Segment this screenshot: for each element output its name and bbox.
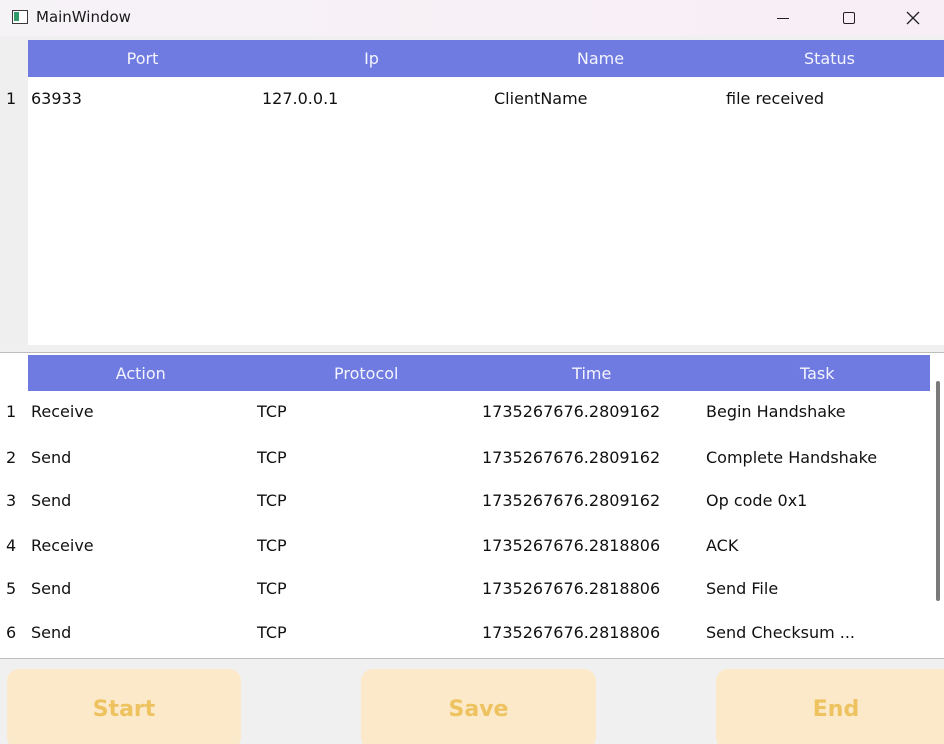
clients-table[interactable]: Port Ip Name Status 1 63933 127.0.0.1 Cl… [0,40,944,345]
cell-time[interactable]: 1735267676.2809162 [482,491,660,510]
cell-action[interactable]: Send [31,623,71,642]
row-number: 1 [6,89,17,108]
cell-time[interactable]: 1735267676.2818806 [482,623,660,642]
minimize-icon [777,17,789,19]
title-bar[interactable]: MainWindow [0,0,944,36]
maximize-icon [843,12,855,24]
cell-protocol[interactable]: TCP [257,491,287,510]
minimize-button[interactable] [760,0,806,36]
scrollbar-thumb[interactable] [936,381,940,601]
table-row[interactable]: 1 63933 127.0.0.1 ClientName file receiv… [0,77,930,121]
table-row[interactable]: 4 Receive TCP 1735267676.2818806 ACK [0,524,930,568]
save-button[interactable]: Save [361,669,596,744]
cell-task[interactable]: Send File [706,579,778,598]
row-number: 4 [6,536,17,555]
table-row[interactable]: 1 Receive TCP 1735267676.2809162 Begin H… [0,390,930,434]
close-button[interactable] [890,0,936,36]
cell-protocol[interactable]: TCP [257,623,287,642]
cell-protocol[interactable]: TCP [257,536,287,555]
column-header-protocol[interactable]: Protocol [254,355,480,391]
column-header-time[interactable]: Time [479,355,705,391]
cell-port[interactable]: 63933 [31,89,82,108]
maximize-button[interactable] [826,0,872,36]
cell-action[interactable]: Send [31,448,71,467]
row-number: 1 [6,402,17,421]
cell-protocol[interactable]: TCP [257,579,287,598]
clients-table-header: Port Ip Name Status [28,40,944,77]
cell-time[interactable]: 1735267676.2818806 [482,579,660,598]
row-number: 3 [6,491,17,510]
column-header-status[interactable]: Status [715,40,944,77]
column-header-port[interactable]: Port [28,40,257,77]
table-row[interactable]: 6 Send TCP 1735267676.2818806 Send Check… [0,611,930,655]
cell-task[interactable]: Send Checksum ... [706,623,855,642]
window-title: MainWindow [36,8,131,26]
cell-action[interactable]: Receive [31,402,94,421]
cell-time[interactable]: 1735267676.2809162 [482,402,660,421]
start-button[interactable]: Start [7,669,241,744]
table-row[interactable]: 2 Send TCP 1735267676.2809162 Complete H… [0,436,930,480]
cell-name[interactable]: ClientName [494,89,588,108]
cell-protocol[interactable]: TCP [257,402,287,421]
row-number: 2 [6,448,17,467]
main-window: MainWindow Port Ip Name Status 1 63933 1… [0,0,944,744]
column-header-name[interactable]: Name [486,40,715,77]
cell-task[interactable]: Op code 0x1 [706,491,807,510]
row-number: 6 [6,623,17,642]
table-row[interactable]: 3 Send TCP 1735267676.2809162 Op code 0x… [0,479,930,523]
cell-time[interactable]: 1735267676.2818806 [482,536,660,555]
cell-status[interactable]: file received [726,89,824,108]
table-row[interactable]: 5 Send TCP 1735267676.2818806 Send File [0,567,930,611]
column-header-action[interactable]: Action [28,355,254,391]
end-button[interactable]: End [716,669,944,744]
cell-action[interactable]: Send [31,579,71,598]
cell-action[interactable]: Send [31,491,71,510]
cell-protocol[interactable]: TCP [257,448,287,467]
cell-task[interactable]: Complete Handshake [706,448,877,467]
column-header-ip[interactable]: Ip [257,40,486,77]
row-number: 5 [6,579,17,598]
cell-task[interactable]: Begin Handshake [706,402,846,421]
cell-action[interactable]: Receive [31,536,94,555]
cell-time[interactable]: 1735267676.2809162 [482,448,660,467]
app-window-icon [12,10,28,24]
log-table[interactable]: Action Protocol Time Task 1 Receive TCP … [0,352,944,659]
close-icon [906,11,920,25]
vertical-scrollbar[interactable] [934,381,944,651]
log-table-header: Action Protocol Time Task [28,355,930,391]
column-header-task[interactable]: Task [705,355,931,391]
cell-ip[interactable]: 127.0.0.1 [262,89,338,108]
cell-task[interactable]: ACK [706,536,738,555]
